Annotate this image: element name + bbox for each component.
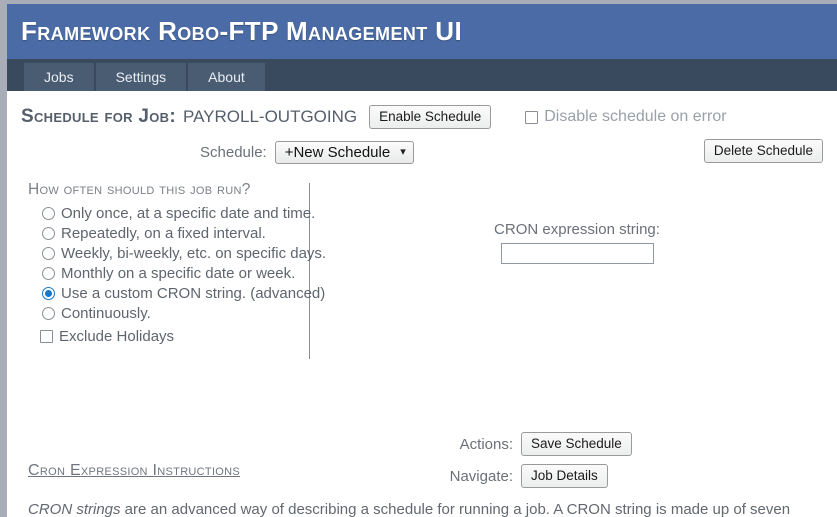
disable-on-error-checkbox[interactable] xyxy=(525,110,539,124)
main-tab-bar: Jobs Settings About xyxy=(7,59,837,91)
page-title: Framework Robo-FTP Management UI xyxy=(21,16,463,46)
radio-icon-selected[interactable] xyxy=(42,287,55,300)
frequency-heading: How often should this job run? xyxy=(28,181,251,198)
disable-on-error-label: Disable schedule on error xyxy=(544,108,727,125)
tab-jobs[interactable]: Jobs xyxy=(24,63,94,91)
cron-instructions-heading[interactable]: Cron Expression Instructions xyxy=(28,462,828,480)
delete-schedule-button[interactable]: Delete Schedule xyxy=(703,139,823,163)
tab-settings[interactable]: Settings xyxy=(95,63,187,91)
radio-option-repeatedly[interactable]: Repeatedly, on a fixed interval. xyxy=(42,225,308,242)
schedule-label: Schedule: xyxy=(200,143,267,161)
app-header: Framework Robo-FTP Management UI xyxy=(7,4,837,59)
radio-icon[interactable] xyxy=(42,207,55,220)
radio-label: Repeatedly, on a fixed interval. xyxy=(61,225,266,242)
instructions-section: Cron Expression Instructions CRON string… xyxy=(28,462,828,517)
radio-icon[interactable] xyxy=(42,227,55,240)
radio-option-continuously[interactable]: Continuously. xyxy=(42,305,308,322)
enable-schedule-button[interactable]: Enable Schedule xyxy=(369,105,492,129)
instructions-text: are an advanced way of describing a sche… xyxy=(120,501,791,517)
radio-option-monthly[interactable]: Monthly on a specific date or week. xyxy=(42,265,308,282)
radio-label: Use a custom CRON string. (advanced) xyxy=(61,285,326,302)
schedule-for-job-label: Schedule for Job: xyxy=(21,106,177,127)
exclude-holidays-label: Exclude Holidays xyxy=(59,328,175,345)
chevron-down-icon: ▾ xyxy=(400,145,406,158)
radio-label: Monthly on a specific date or week. xyxy=(61,265,296,282)
disable-on-error-field[interactable]: Disable schedule on error xyxy=(525,108,727,126)
radio-label: Only once, at a specific date and time. xyxy=(61,205,316,222)
radio-icon[interactable] xyxy=(42,247,55,260)
radio-option-once[interactable]: Only once, at a specific date and time. xyxy=(42,205,315,222)
save-schedule-button[interactable]: Save Schedule xyxy=(521,432,632,456)
instructions-emphasis: CRON strings xyxy=(28,501,121,517)
job-header-row: Schedule for Job: PAYROLL-OUTGOING Enabl… xyxy=(7,91,837,129)
radio-label: Continuously. xyxy=(61,305,151,322)
schedule-select[interactable]: +New Schedule ▾ xyxy=(274,140,414,164)
schedule-select-row: Schedule: +New Schedule ▾ Delete Schedul… xyxy=(7,139,837,165)
exclude-holidays-checkbox[interactable] xyxy=(40,330,53,343)
radio-option-weekly[interactable]: Weekly, bi-weekly, etc. on specific days… xyxy=(42,245,326,262)
cron-expression-input[interactable] xyxy=(500,243,654,264)
radio-label: Weekly, bi-weekly, etc. on specific days… xyxy=(61,245,327,262)
actions-label: Actions: xyxy=(459,435,513,453)
app-window: Framework Robo-FTP Management UI Jobs Se… xyxy=(0,0,837,517)
radio-option-custom-cron[interactable]: Use a custom CRON string. (advanced) xyxy=(42,285,325,302)
radio-icon[interactable] xyxy=(42,267,55,280)
radio-icon[interactable] xyxy=(42,307,55,320)
cron-expression-label: CRON expression string: xyxy=(494,221,660,238)
schedule-select-value: +New Schedule xyxy=(284,143,391,161)
main-content: Schedule for Job: PAYROLL-OUTGOING Enabl… xyxy=(7,91,837,517)
schedule-options-area: How often should this job run? Only once… xyxy=(7,181,837,431)
cron-panel: CRON expression string: xyxy=(447,221,707,264)
job-name-value: PAYROLL-OUTGOING xyxy=(183,107,358,126)
frequency-options-panel: How often should this job run? Only once… xyxy=(28,181,326,345)
tab-about[interactable]: About xyxy=(188,63,265,91)
exclude-holidays-field[interactable]: Exclude Holidays xyxy=(40,328,308,345)
actions-row: Actions: Save Schedule xyxy=(7,431,837,457)
cron-instructions-body: CRON strings are an advanced way of desc… xyxy=(28,500,828,517)
